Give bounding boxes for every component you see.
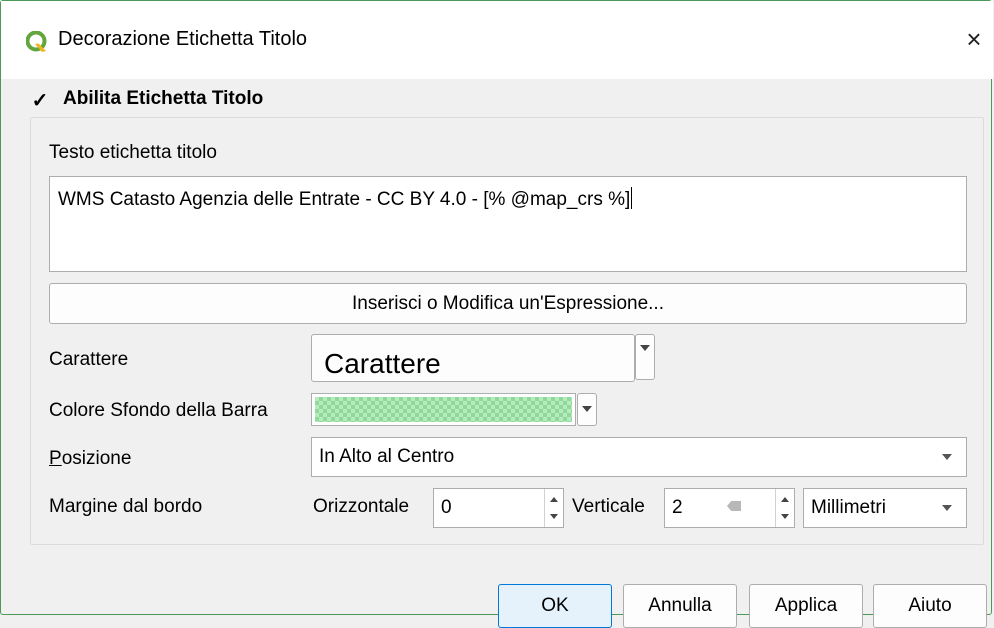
vertical-margin-spinbox[interactable]: 2 [664,488,795,528]
text-caret [631,187,633,209]
horizontal-spin-buttons[interactable] [544,489,563,527]
spin-down-icon[interactable] [550,514,558,519]
unit-select[interactable]: Millimetri [803,488,967,528]
position-label-mnemonic: P [49,448,62,469]
title-text-field[interactable]: WMS Catasto Agenzia delle Entrate - CC B… [49,176,967,272]
ok-button[interactable]: OK [498,584,612,628]
chevron-down-icon [942,505,952,511]
insert-edit-expression-button[interactable]: Inserisci o Modifica un'Espressione... [49,283,967,324]
bar-color-label: Colore Sfondo della Barra [49,400,268,421]
qgis-logo-icon [26,31,47,52]
enable-checkbox[interactable]: ✓ [31,91,49,111]
cancel-button[interactable]: Annulla [623,584,737,628]
position-value: In Alto al Centro [319,446,455,467]
position-label-rest: osizione [61,448,132,469]
clear-icon[interactable] [727,501,741,511]
font-button[interactable]: Carattere [311,334,635,382]
help-button[interactable]: Aiuto [873,584,987,628]
title-text-label: Testo etichetta titolo [49,142,217,163]
horizontal-label: Orizzontale [313,496,410,517]
font-label: Carattere [49,349,129,370]
enable-checkbox-label[interactable]: Abilita Etichetta Titolo [63,88,263,110]
spin-down-icon[interactable] [781,514,789,519]
spin-up-icon[interactable] [550,497,558,502]
unit-value: Millimetri [811,497,886,518]
horizontal-margin-spinbox[interactable]: 0 [433,488,564,528]
vertical-spin-buttons[interactable] [775,489,794,527]
vertical-margin-value: 2 [672,497,683,518]
position-select[interactable]: In Alto al Centro [311,437,967,477]
chevron-down-icon [942,454,952,460]
font-dropdown-button[interactable] [635,334,655,380]
spin-up-icon[interactable] [781,497,789,502]
horizontal-margin-value: 0 [441,497,452,518]
margin-label: Margine dal bordo [49,496,203,517]
bar-color-button[interactable] [311,393,576,426]
dialog-title: Decorazione Etichetta Titolo [58,28,308,50]
position-label: Posizione [49,448,131,470]
color-swatch [315,397,572,422]
chevron-down-icon [582,406,592,412]
apply-button[interactable]: Applica [749,584,863,628]
chevron-down-icon [640,345,650,351]
vertical-label: Verticale [572,496,645,517]
title-text-value: WMS Catasto Agenzia delle Entrate - CC B… [58,189,631,210]
font-button-text: Carattere [324,348,441,379]
bar-color-dropdown-button[interactable] [577,393,597,426]
close-button[interactable]: × [956,21,992,57]
